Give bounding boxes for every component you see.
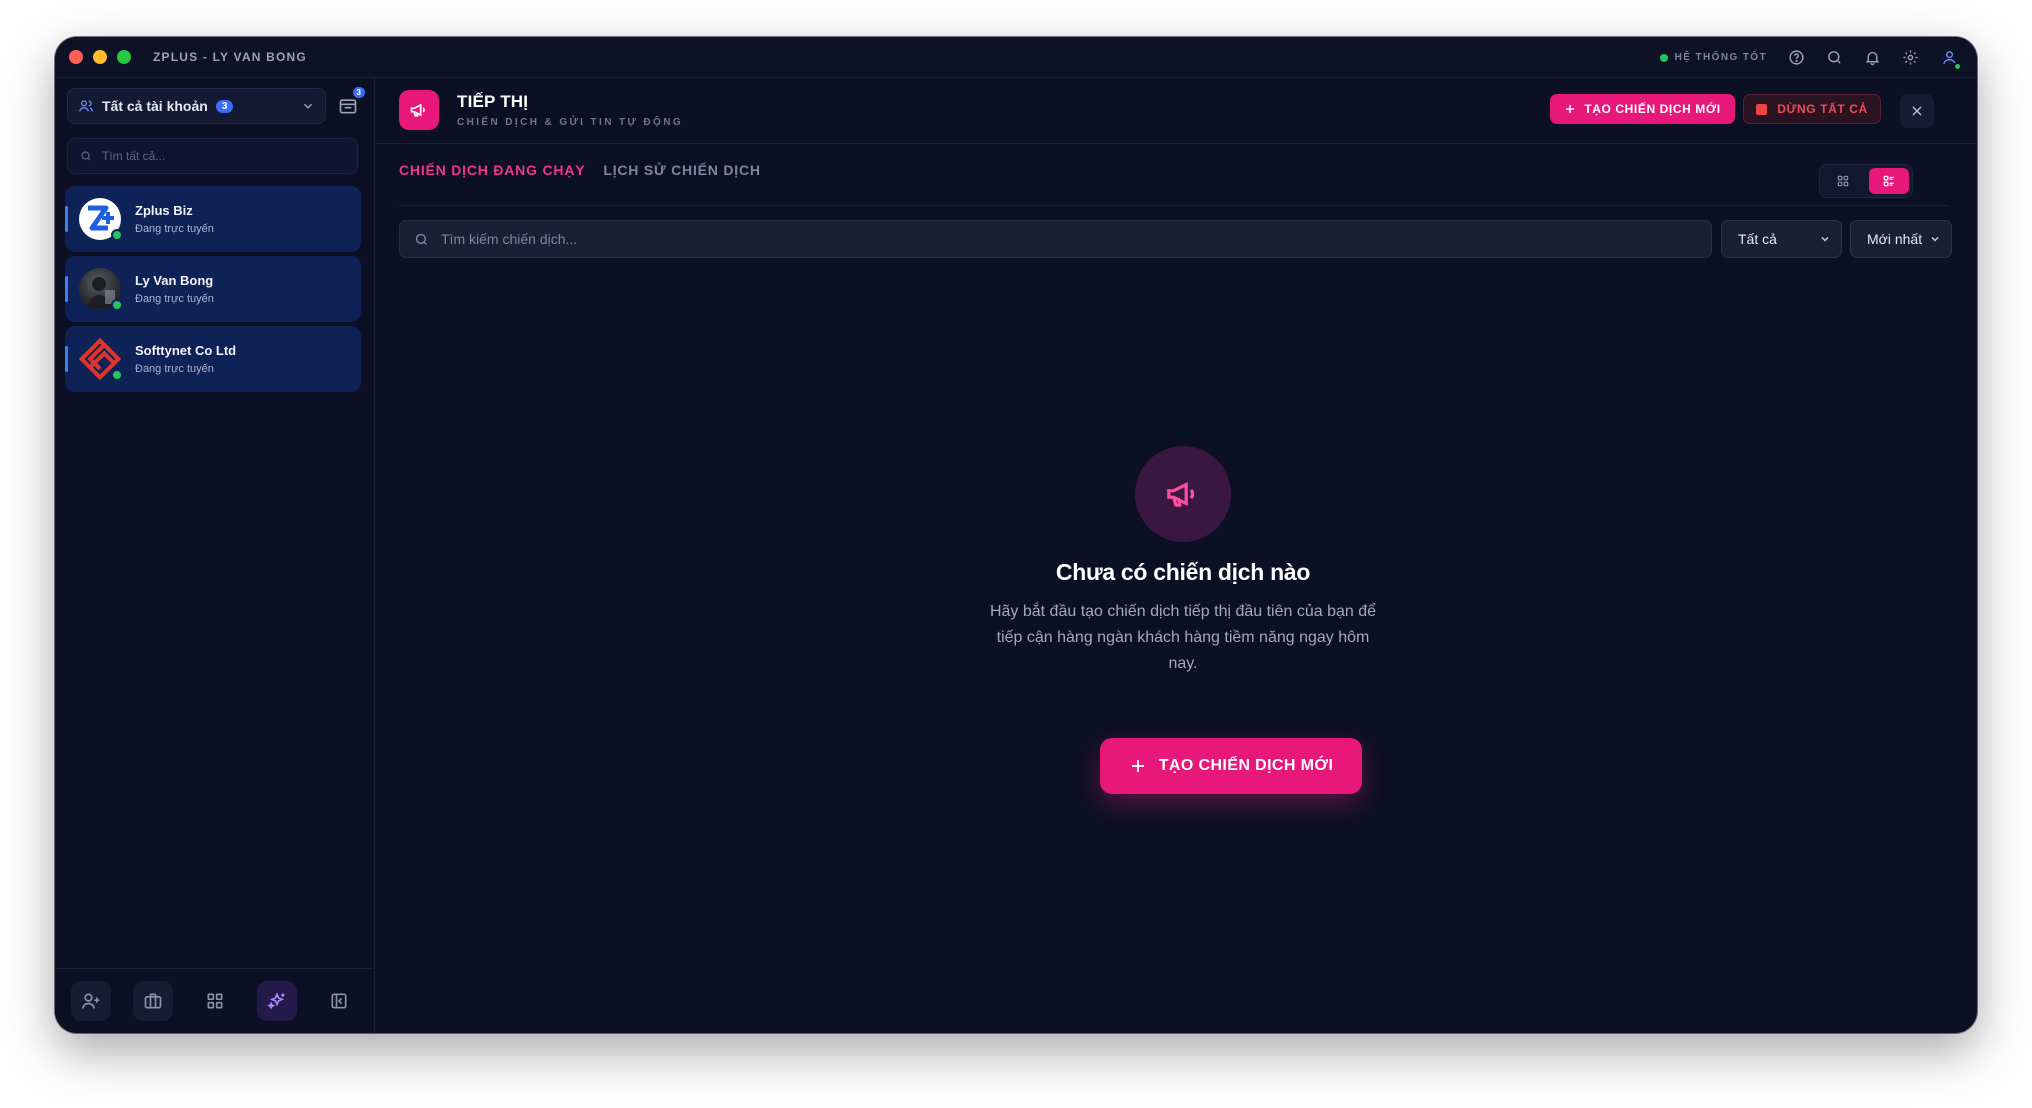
status-filter-value: Tất cả bbox=[1738, 231, 1777, 247]
app-window: ZPLUS - LY VAN BONG HỆ THỐNG TỐT Tất cả … bbox=[55, 37, 1977, 1033]
page-title: TIẾP THỊ bbox=[457, 92, 529, 111]
search-icon bbox=[415, 233, 427, 245]
page-subtitle: CHIẾN DỊCH & GỬI TIN TỰ ĐỘNG bbox=[457, 117, 684, 128]
sidebar: Tất cả tài khoản 3 3 Tìm tất cả... Zplus… bbox=[55, 78, 375, 1033]
avatar bbox=[79, 198, 123, 241]
bell-icon[interactable] bbox=[1863, 49, 1881, 67]
campaign-tabs: CHIẾN DỊCH ĐANG CHẠY LỊCH SỬ CHIẾN DỊCH bbox=[399, 162, 761, 184]
stop-all-button[interactable]: DỪNG TẤT CẢ bbox=[1743, 94, 1881, 124]
user-plus-icon bbox=[81, 993, 100, 1009]
create-campaign-label: TẠO CHIẾN DỊCH MỚI bbox=[1584, 102, 1721, 116]
chevron-down-icon bbox=[1931, 236, 1939, 242]
account-selector[interactable]: Tất cả tài khoản 3 bbox=[67, 88, 326, 124]
plus-icon bbox=[1566, 105, 1575, 113]
create-campaign-button[interactable]: TẠO CHIẾN DỊCH MỚI bbox=[1550, 94, 1735, 124]
nav-apps[interactable] bbox=[195, 981, 235, 1021]
window-controls bbox=[69, 50, 131, 64]
nav-marketing[interactable] bbox=[257, 981, 297, 1021]
stop-all-label: DỪNG TẤT CẢ bbox=[1777, 102, 1868, 116]
empty-state-title: Chưa có chiến dịch nào bbox=[1055, 559, 1311, 585]
divider bbox=[399, 205, 1949, 206]
inbox-button[interactable]: 3 bbox=[338, 87, 365, 116]
sidebar-search bbox=[67, 138, 358, 174]
account-name: Softtynet Co Ltd bbox=[135, 343, 237, 358]
tab-running-campaigns[interactable]: CHIẾN DỊCH ĐANG CHẠY bbox=[399, 162, 585, 184]
chevron-down-icon bbox=[1821, 236, 1829, 242]
account-item-zplus-biz[interactable]: Zplus Biz Đang trực tuyến bbox=[65, 186, 361, 252]
nav-business[interactable] bbox=[133, 981, 173, 1021]
account-count-badge: 3 bbox=[215, 99, 234, 113]
empty-state-description: Hãy bắt đầu tạo chiến dịch tiếp thị đầu … bbox=[989, 603, 1377, 672]
title-bar: ZPLUS - LY VAN BONG HỆ THỐNG TỐT bbox=[55, 37, 1977, 78]
status-filter-select[interactable]: Tất cả bbox=[1721, 220, 1842, 258]
megaphone-icon bbox=[399, 90, 439, 130]
gear-icon[interactable] bbox=[1901, 49, 1919, 67]
online-indicator bbox=[1953, 61, 1962, 71]
sort-value: Mới nhất bbox=[1867, 231, 1923, 247]
help-icon[interactable] bbox=[1787, 49, 1805, 67]
account-status: Đang trực tuyến bbox=[135, 363, 214, 375]
close-panel-button[interactable] bbox=[1900, 94, 1934, 128]
account-name: Ly Van Bong bbox=[135, 273, 214, 288]
grid-view-button[interactable] bbox=[1823, 168, 1864, 194]
minimize-window-button[interactable] bbox=[93, 50, 107, 64]
inbox-count-badge: 3 bbox=[352, 87, 365, 98]
account-name: Zplus Biz bbox=[135, 203, 193, 218]
account-selector-label: Tất cả tài khoản bbox=[102, 98, 208, 114]
avatar bbox=[79, 338, 123, 381]
account-status: Đang trực tuyến bbox=[135, 293, 214, 305]
account-item-ly-van-bong[interactable]: Ly Van Bong Đang trực tuyến bbox=[65, 256, 361, 322]
create-first-campaign-label: TẠO CHIẾN DỊCH MỚI bbox=[1158, 757, 1334, 774]
create-first-campaign-button[interactable]: TẠO CHIẾN DỊCH MỚI bbox=[1100, 738, 1362, 794]
active-indicator bbox=[65, 206, 68, 232]
account-status: Đang trực tuyến bbox=[135, 223, 214, 235]
list-icon bbox=[1883, 175, 1894, 187]
user-avatar-icon[interactable] bbox=[1939, 48, 1962, 71]
inbox-icon bbox=[339, 99, 357, 114]
tab-campaign-history[interactable]: LỊCH SỬ CHIẾN DỊCH bbox=[603, 162, 760, 184]
chevron-down-icon bbox=[303, 103, 313, 109]
active-indicator bbox=[65, 276, 68, 302]
users-icon bbox=[79, 100, 94, 112]
sort-select[interactable]: Mới nhất bbox=[1850, 220, 1952, 258]
status-dot bbox=[1659, 53, 1668, 62]
online-indicator bbox=[111, 299, 123, 311]
grid-icon bbox=[207, 993, 223, 1009]
main-content: TIẾP THỊ CHIẾN DỊCH & GỬI TIN TỰ ĐỘNG TẠ… bbox=[375, 78, 1977, 1033]
stop-icon bbox=[1756, 103, 1768, 115]
campaign-search-input[interactable] bbox=[441, 231, 1641, 247]
account-list: Zplus Biz Đang trực tuyến Ly Van Bong Đa… bbox=[65, 186, 361, 396]
campaign-search bbox=[399, 220, 1712, 258]
active-indicator bbox=[65, 346, 68, 372]
app-title: ZPLUS - LY VAN BONG bbox=[153, 50, 307, 64]
system-status-text: HỆ THỐNG TỐT bbox=[1674, 52, 1767, 63]
sparkles-icon bbox=[267, 992, 285, 1010]
view-toggle bbox=[1819, 164, 1913, 198]
megaphone-icon bbox=[1135, 446, 1231, 542]
title-bar-actions: HỆ THỐNG TỐT bbox=[1659, 37, 1962, 78]
search-icon bbox=[81, 151, 91, 161]
close-icon bbox=[1912, 106, 1922, 116]
briefcase-icon bbox=[144, 993, 162, 1009]
online-indicator bbox=[111, 229, 123, 241]
list-view-button[interactable] bbox=[1868, 168, 1909, 194]
sidebar-bottom-nav bbox=[55, 968, 375, 1033]
plus-icon bbox=[1131, 760, 1144, 772]
avatar bbox=[79, 268, 123, 311]
sidebar-collapse-icon bbox=[331, 993, 347, 1009]
sidebar-search-input[interactable] bbox=[102, 149, 342, 163]
account-item-softtynet[interactable]: Softtynet Co Ltd Đang trực tuyến bbox=[65, 326, 361, 392]
page-header: TIẾP THỊ CHIẾN DỊCH & GỬI TIN TỰ ĐỘNG TẠ… bbox=[375, 78, 1977, 144]
nav-add-contact[interactable] bbox=[71, 981, 111, 1021]
system-status: HỆ THỐNG TỐT bbox=[1659, 52, 1767, 63]
filter-bar: Tất cả Mới nhất bbox=[399, 220, 1952, 258]
zoom-window-button[interactable] bbox=[117, 50, 131, 64]
close-window-button[interactable] bbox=[69, 50, 83, 64]
grid-icon bbox=[1838, 175, 1849, 187]
nav-collapse-sidebar[interactable] bbox=[319, 981, 359, 1021]
search-icon[interactable] bbox=[1825, 49, 1843, 67]
online-indicator bbox=[111, 369, 123, 381]
